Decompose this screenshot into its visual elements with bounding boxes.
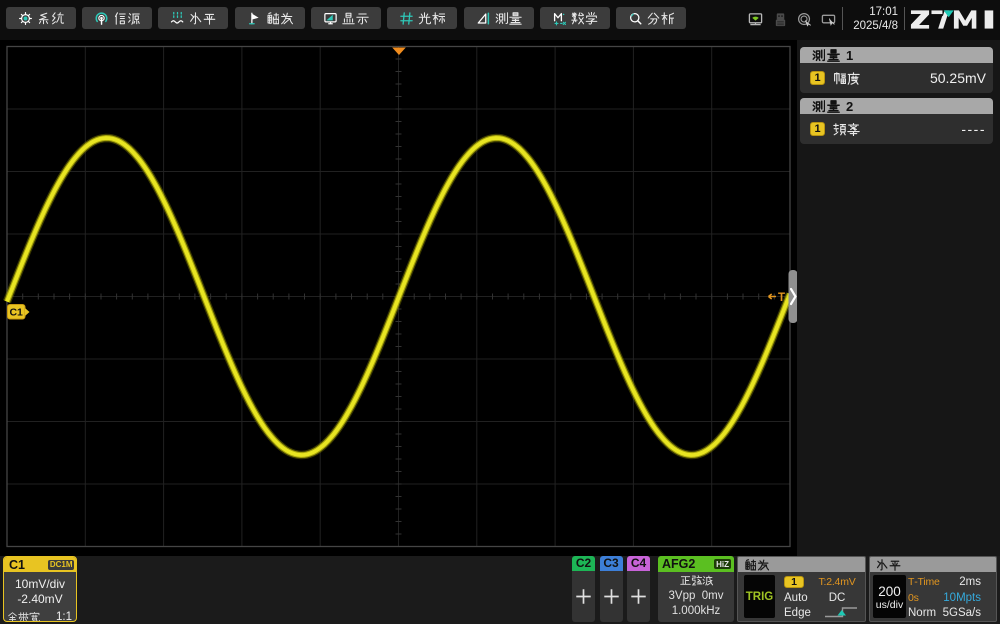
svg-text:T: T: [778, 292, 785, 304]
svg-text:C1: C1: [9, 307, 23, 319]
